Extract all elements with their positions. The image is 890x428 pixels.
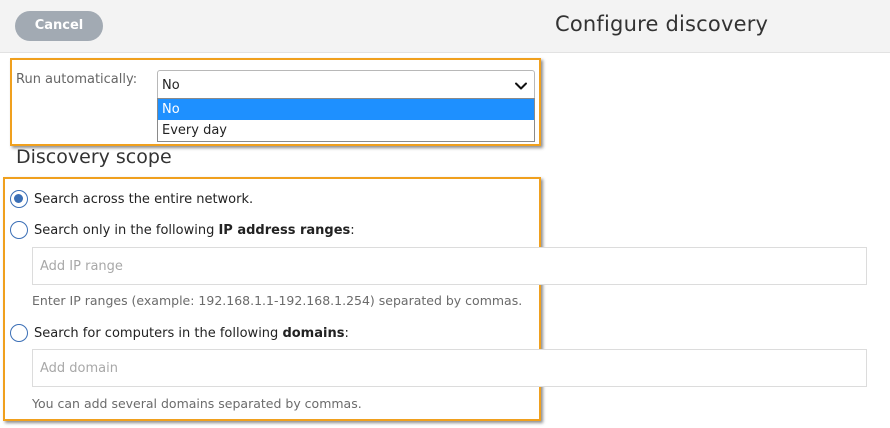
radio-unchecked-icon[interactable] <box>10 221 28 239</box>
scope-option-label: Search for computers in the following do… <box>34 326 349 341</box>
dropdown-option-every-day[interactable]: Every day <box>158 120 534 141</box>
chevron-down-icon <box>515 82 527 90</box>
run-automatically-section: Run automatically: No No Every day <box>10 58 541 146</box>
page-title: Configure discovery <box>555 12 769 36</box>
dropdown-option-no[interactable]: No <box>158 99 534 120</box>
run-automatically-dropdown: No Every day <box>157 98 535 142</box>
run-automatically-label: Run automatically: <box>16 72 138 87</box>
scope-option-label: Search across the entire network. <box>34 191 254 207</box>
scope-option-domains[interactable]: Search for computers in the following do… <box>10 323 349 343</box>
ip-range-input[interactable] <box>32 247 867 285</box>
label-suffix: : <box>344 325 349 341</box>
discovery-scope-heading: Discovery scope <box>16 146 172 168</box>
domain-input[interactable] <box>32 349 867 387</box>
label-bold-text: domains <box>282 325 345 341</box>
radio-unchecked-icon[interactable] <box>10 324 28 342</box>
scope-option-label: Search only in the following IP address … <box>34 223 355 238</box>
label-bold-text: IP address ranges <box>218 222 351 238</box>
scope-option-ip-ranges[interactable]: Search only in the following IP address … <box>10 220 355 240</box>
scope-option-entire-network[interactable]: Search across the entire network. <box>10 189 253 209</box>
cancel-button[interactable]: Cancel <box>15 11 103 41</box>
label-text: Search for computers in the following <box>34 325 283 341</box>
radio-checked-icon[interactable] <box>10 190 28 208</box>
select-current-value: No <box>162 78 180 93</box>
discovery-scope-section: Search across the entire network. Search… <box>3 177 867 421</box>
domain-hint: You can add several domains separated by… <box>32 396 362 411</box>
label-text: Search only in the following <box>34 222 219 238</box>
run-automatically-select[interactable]: No <box>157 70 535 100</box>
ip-range-hint: Enter IP ranges (example: 192.168.1.1-19… <box>32 293 523 308</box>
label-suffix: : <box>350 222 355 238</box>
header-bar: Cancel Configure discovery <box>0 0 890 53</box>
